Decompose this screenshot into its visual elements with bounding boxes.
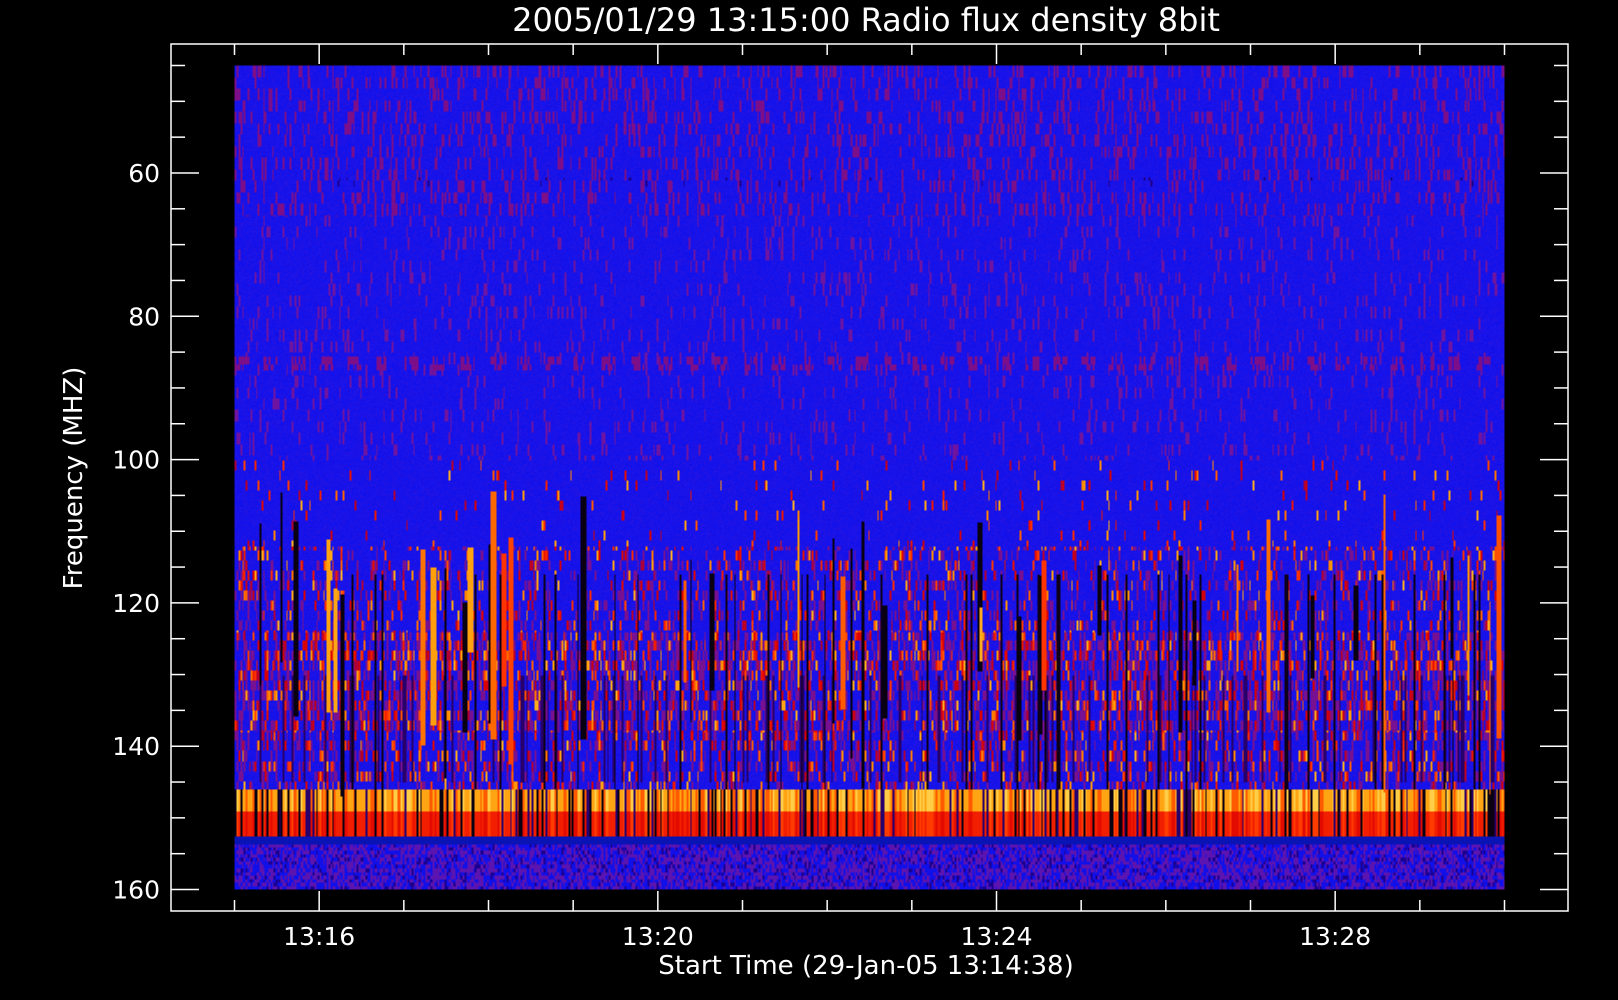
y-axis-label: Frequency (MHZ) <box>59 367 89 590</box>
spectrogram-heatmap <box>234 65 1505 890</box>
y-tick-label: 160 <box>112 876 160 905</box>
x-tick-label: 13:16 <box>283 922 355 951</box>
x-tick-label: 13:20 <box>622 922 694 951</box>
spectrogram-chart: 2005/01/29 13:15:00 Radio flux density 8… <box>0 0 1618 1000</box>
y-tick-label: 80 <box>128 302 160 331</box>
y-tick-label: 60 <box>128 159 160 188</box>
x-tick-label: 13:28 <box>1299 922 1371 951</box>
y-tick-label: 140 <box>112 732 160 761</box>
y-tick-label: 100 <box>112 446 160 475</box>
x-tick-label: 13:24 <box>960 922 1032 951</box>
chart-title: 2005/01/29 13:15:00 Radio flux density 8… <box>512 1 1220 39</box>
y-tick-label: 120 <box>112 589 160 618</box>
x-axis-label: Start Time (29-Jan-05 13:14:38) <box>658 951 1073 981</box>
spectrogram-image <box>234 65 1505 890</box>
